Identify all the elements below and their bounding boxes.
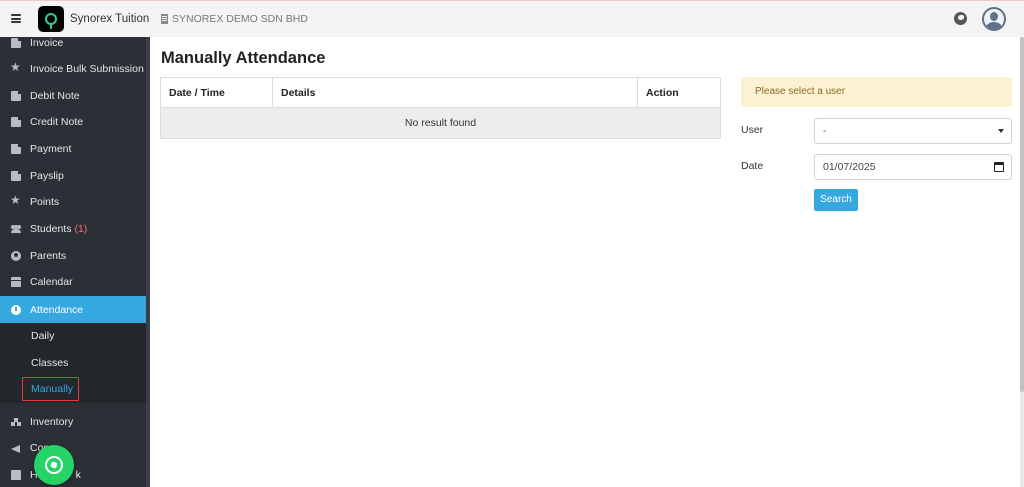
submenu-item-classes[interactable]: Classes: [31, 357, 68, 369]
table-empty-message: No result found: [161, 108, 720, 138]
column-header-details: Details: [272, 78, 637, 108]
book-icon: [11, 470, 21, 480]
sidebar-item-attendance[interactable]: Attendance: [0, 296, 146, 323]
sidebar-item-label: Inventory: [30, 416, 74, 428]
star-icon: [10, 60, 21, 74]
company-name: SYNOREX DEMO SDN BHD: [161, 13, 308, 25]
user-label: User: [741, 124, 764, 136]
whatsapp-chat-button[interactable]: [34, 445, 74, 485]
search-button[interactable]: Search: [814, 189, 858, 211]
sidebar-item-label: Invoice: [30, 37, 64, 49]
page-scrollbar-thumb[interactable]: [1020, 37, 1024, 392]
app-logo[interactable]: [38, 6, 64, 32]
app-title[interactable]: Synorex Tuition: [70, 13, 149, 25]
sidebar-item-points[interactable]: Points: [0, 189, 146, 215]
sidebar-item-label-suffix: k: [75, 469, 81, 481]
sidebar-item-invoice-bulk-submission[interactable]: Invoice Bulk Submission: [0, 56, 146, 82]
document-icon: [11, 171, 21, 181]
attendance-table: Date / Time Details Action No result fou…: [160, 77, 721, 139]
sidebar-item-debit-note[interactable]: Debit Note: [0, 83, 146, 109]
company-label: SYNOREX DEMO SDN BHD: [172, 13, 308, 25]
sidebar-item-invoice[interactable]: Invoice: [0, 37, 146, 56]
sidebar-item-label: Credit Note: [30, 116, 84, 128]
page-scrollbar[interactable]: [1020, 37, 1024, 487]
document-icon: [11, 144, 21, 154]
star-icon: [10, 193, 21, 207]
language-globe-icon[interactable]: [954, 12, 967, 25]
sidebar-item-label: Calendar: [30, 276, 73, 288]
user-avatar[interactable]: [982, 7, 1006, 31]
page-title: Manually Attendance: [161, 49, 326, 67]
sidebar-item-label: Payslip: [30, 170, 64, 182]
date-input-value: 01/07/2025: [823, 161, 876, 173]
date-label: Date: [741, 160, 764, 172]
clock-icon: [11, 304, 21, 315]
sidebar-item-parents[interactable]: Parents: [0, 243, 146, 269]
submenu-item-manually[interactable]: Manually: [31, 383, 73, 395]
sidebar-item-label: Parents: [30, 250, 67, 262]
user-select[interactable]: -: [814, 118, 1012, 144]
students-count-badge: (1): [74, 223, 88, 235]
top-bar: Synorex Tuition SYNOREX DEMO SDN BHD: [0, 0, 1024, 37]
calendar-icon: [11, 277, 21, 287]
column-header-action: Action: [637, 78, 720, 108]
calendar-picker-icon[interactable]: [994, 162, 1004, 172]
date-input[interactable]: 01/07/2025: [814, 154, 1012, 180]
whatsapp-icon: [45, 456, 63, 474]
sidebar-item-label: Attendance: [30, 303, 84, 316]
submenu-item-daily[interactable]: Daily: [31, 330, 54, 342]
sidebar-item-label: Invoice Bulk Submission: [30, 63, 144, 75]
document-icon: [11, 117, 21, 127]
document-icon: [11, 91, 21, 101]
select-user-alert: Please select a user: [741, 77, 1012, 107]
building-icon: [161, 14, 168, 24]
sidebar-item-payslip[interactable]: Payslip: [0, 163, 146, 189]
sidebar-item-credit-note[interactable]: Credit Note: [0, 109, 146, 135]
column-header-date-time: Date / Time: [169, 87, 225, 99]
sidebar: Invoice Invoice Bulk Submission Debit No…: [0, 37, 150, 487]
megaphone-icon: [11, 443, 21, 453]
sidebar-item-calendar[interactable]: Calendar: [0, 269, 146, 295]
person-circle-icon: [11, 251, 21, 261]
main-content: Manually Attendance Date / Time Details …: [150, 37, 1020, 487]
sidebar-item-inventory[interactable]: Inventory: [0, 409, 146, 435]
hamburger-menu-icon[interactable]: [11, 14, 21, 23]
sidebar-item-label: Students: [30, 223, 72, 235]
sidebar-item-label: Debit Note: [30, 90, 80, 102]
sidebar-item-label: Payment: [30, 143, 72, 155]
caret-down-icon: [998, 129, 1004, 133]
sidebar-item-students[interactable]: Students (1): [0, 216, 146, 242]
users-icon: [11, 224, 21, 234]
sidebar-item-payment[interactable]: Payment: [0, 136, 146, 162]
sidebar-item-label: Points: [30, 196, 60, 208]
sidebar-item-con[interactable]: Con: [0, 435, 146, 461]
table-header-row: Date / Time Details Action: [161, 78, 720, 108]
user-select-value: -: [823, 125, 827, 137]
document-icon: [11, 38, 21, 48]
boxes-icon: [11, 417, 21, 427]
